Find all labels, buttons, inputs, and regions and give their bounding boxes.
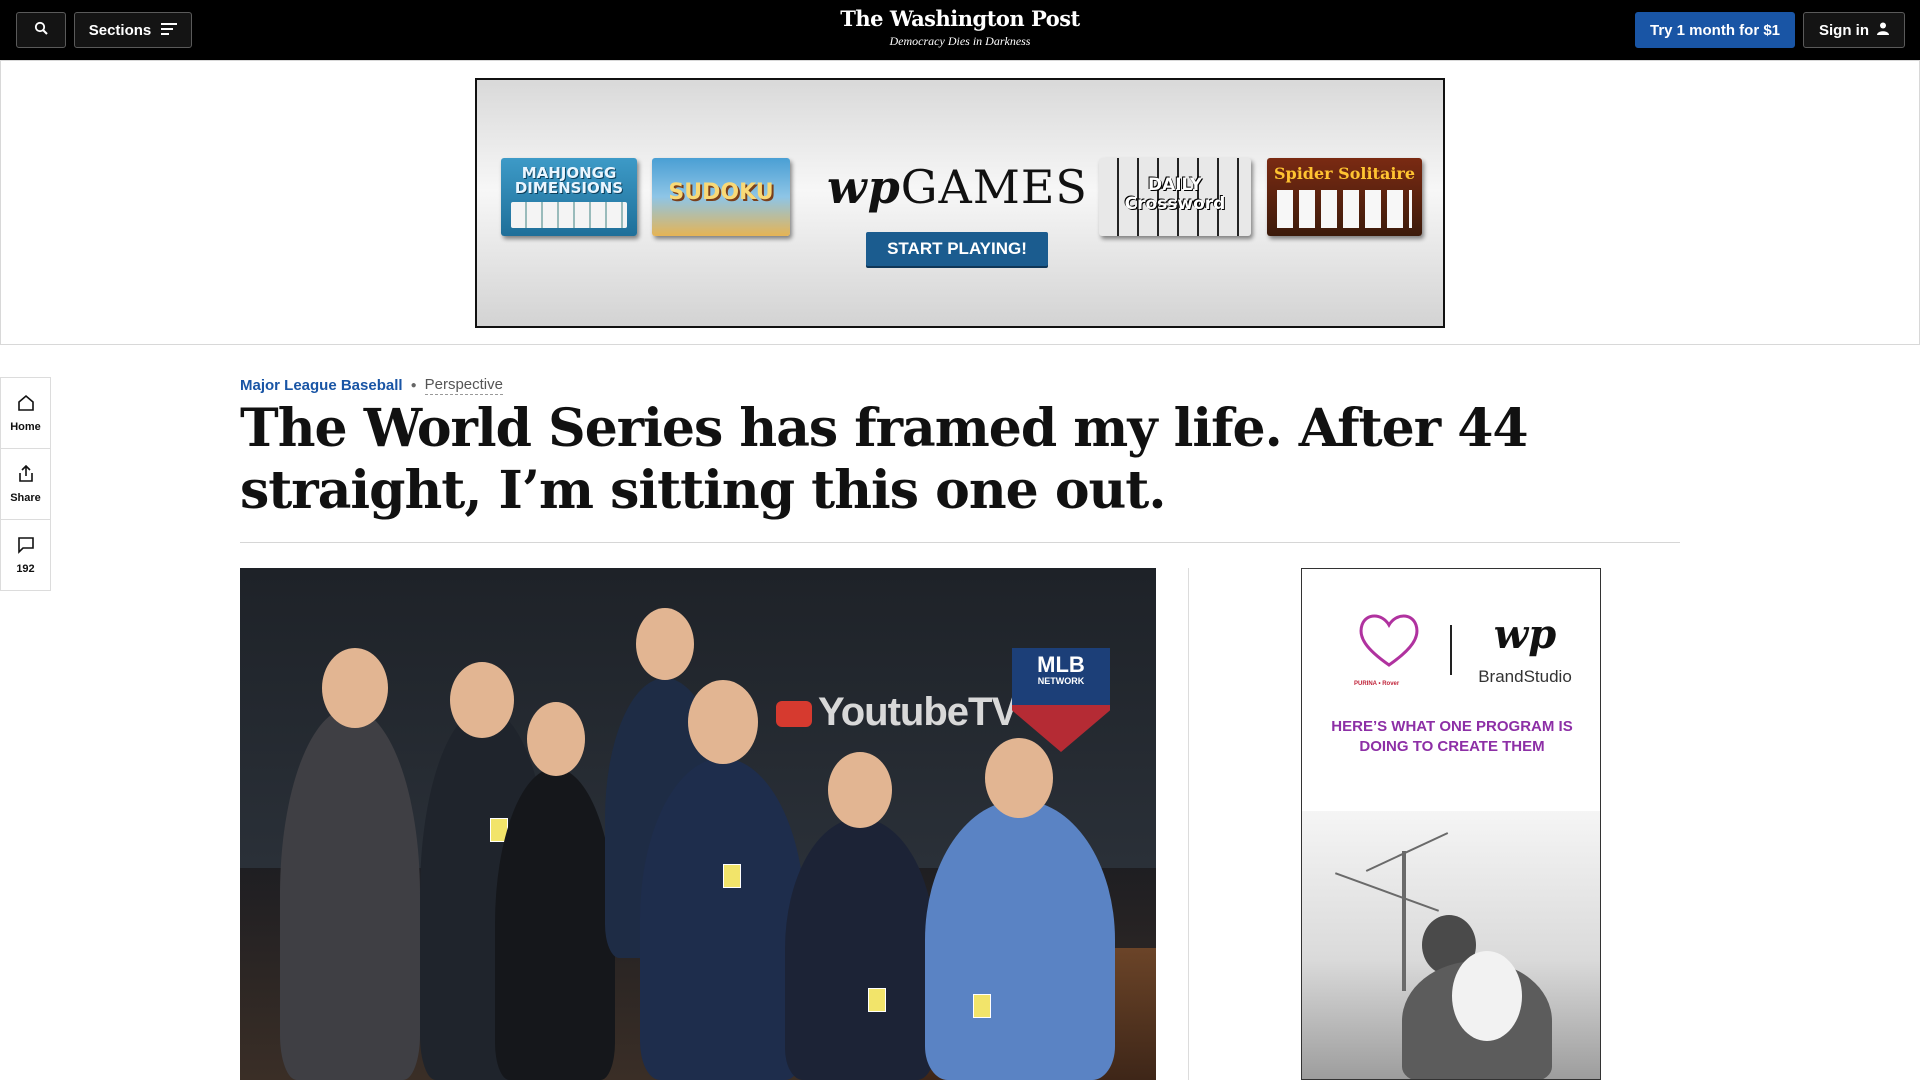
- home-icon: [17, 394, 35, 415]
- spider-solitaire-title: Spider Solitaire: [1273, 164, 1415, 183]
- youtube-play-icon: [776, 701, 812, 728]
- wp-games-logo: wpGAMES: [827, 160, 1087, 214]
- kicker-separator: ●: [410, 380, 417, 391]
- rail-share-label: Share: [10, 491, 41, 504]
- person-2-head: [450, 662, 514, 738]
- person-6-head: [828, 752, 892, 828]
- subscribe-button[interactable]: Try 1 month for $1: [1635, 12, 1795, 48]
- games-word: GAMES: [900, 160, 1088, 214]
- top-nav-bar: Sections The Washington Post Democracy D…: [0, 0, 1920, 60]
- rail-share-button[interactable]: Share: [0, 448, 51, 520]
- person-7-head: [985, 738, 1053, 818]
- lead-photo[interactable]: YoutubeTV MLB NETWORK: [240, 568, 1156, 1080]
- badge-7: [973, 994, 991, 1018]
- person-1-head: [322, 648, 388, 728]
- crossword-tile[interactable]: DAILY Crossword: [1099, 158, 1251, 236]
- article-action-rail: Home Share 192: [0, 377, 51, 591]
- ad-photo-woman-dog: [1302, 811, 1600, 1079]
- person-1: [280, 708, 420, 1080]
- spider-solitaire-tile[interactable]: Spider Solitaire: [1267, 158, 1422, 236]
- mlb-shield-text: MLB: [1037, 652, 1085, 677]
- wp-logo-mark: wp: [827, 160, 901, 214]
- article-kicker: Major League Baseball ● Perspective: [240, 376, 503, 395]
- sudoku-tile[interactable]: SUDOKU: [652, 158, 790, 236]
- purple-leash-heart-logo: [1356, 611, 1422, 669]
- search-button[interactable]: [16, 12, 66, 48]
- comment-icon: [17, 536, 35, 557]
- masthead-logo[interactable]: The Washington Post Democracy Dies in Da…: [760, 6, 1160, 49]
- sign-in-button[interactable]: Sign in: [1803, 12, 1905, 48]
- dog: [1452, 951, 1522, 1041]
- ad-headline: HERE’S WHAT ONE PROGRAM IS DOING TO CREA…: [1331, 718, 1573, 755]
- person-5: [640, 758, 805, 1080]
- person-6: [785, 818, 935, 1080]
- person-5-head: [688, 680, 758, 764]
- person-3-head: [527, 702, 585, 776]
- rail-comments-button[interactable]: 192: [0, 519, 51, 591]
- rail-comments-count: 192: [16, 562, 35, 575]
- ad-sponsors: PURINA • Rover: [1354, 681, 1400, 687]
- article-headline: The World Series has framed my life. Aft…: [240, 398, 1529, 521]
- rail-home-label: Home: [10, 420, 41, 433]
- badge-6: [868, 988, 886, 1012]
- section-link[interactable]: Major League Baseball: [240, 377, 403, 394]
- tree-branch: [1365, 832, 1449, 872]
- tree-trunk: [1402, 851, 1406, 991]
- rail-home-button[interactable]: Home: [0, 377, 51, 449]
- person-3: [495, 768, 615, 1080]
- wp-logo: wp: [1493, 611, 1557, 658]
- mahjongg-title: MAHJONGG DIMENSIONS: [514, 164, 624, 197]
- crossword-title: DAILY Crossword: [1124, 175, 1226, 214]
- headline-divider: [240, 542, 1680, 543]
- sections-label: Sections: [88, 21, 152, 39]
- mahjongg-tiles-image: [511, 202, 627, 228]
- badge-5: [723, 864, 741, 888]
- mahjongg-tile[interactable]: MAHJONGG DIMENSIONS: [501, 158, 637, 236]
- ad-logo-divider: [1450, 625, 1452, 675]
- wp-games-ad[interactable]: MAHJONGG DIMENSIONS SUDOKU wpGAMES START…: [475, 78, 1445, 328]
- youtube-tv-sign-text: YoutubeTV: [818, 690, 1018, 734]
- column-divider: [1188, 568, 1189, 1080]
- tree-branch-2: [1334, 872, 1440, 912]
- search-icon: [34, 21, 48, 39]
- sign-in-label: Sign in: [1819, 21, 1869, 39]
- sections-button[interactable]: Sections: [74, 12, 192, 48]
- brandstudio-ad[interactable]: wp BrandStudio PURINA • Rover HERE’S WHA…: [1301, 568, 1601, 1080]
- solitaire-cards-image: [1277, 190, 1412, 228]
- brandstudio-label: BrandStudio: [1478, 667, 1572, 686]
- masthead-tagline: Democracy Dies in Darkness: [889, 34, 1031, 48]
- share-icon: [17, 464, 35, 486]
- person-4-head: [636, 608, 694, 680]
- start-playing-button[interactable]: START PLAYING!: [866, 232, 1048, 266]
- masthead-title: The Washington Post: [840, 6, 1080, 31]
- person-7: [925, 800, 1115, 1080]
- menu-icon: [161, 22, 178, 39]
- user-icon: [1877, 22, 1889, 39]
- youtube-tv-sign: YoutubeTV: [776, 690, 1018, 735]
- perspective-label[interactable]: Perspective: [424, 376, 503, 395]
- mlb-shield-subtext: NETWORK: [1037, 676, 1085, 686]
- sudoku-title: SUDOKU: [668, 180, 774, 205]
